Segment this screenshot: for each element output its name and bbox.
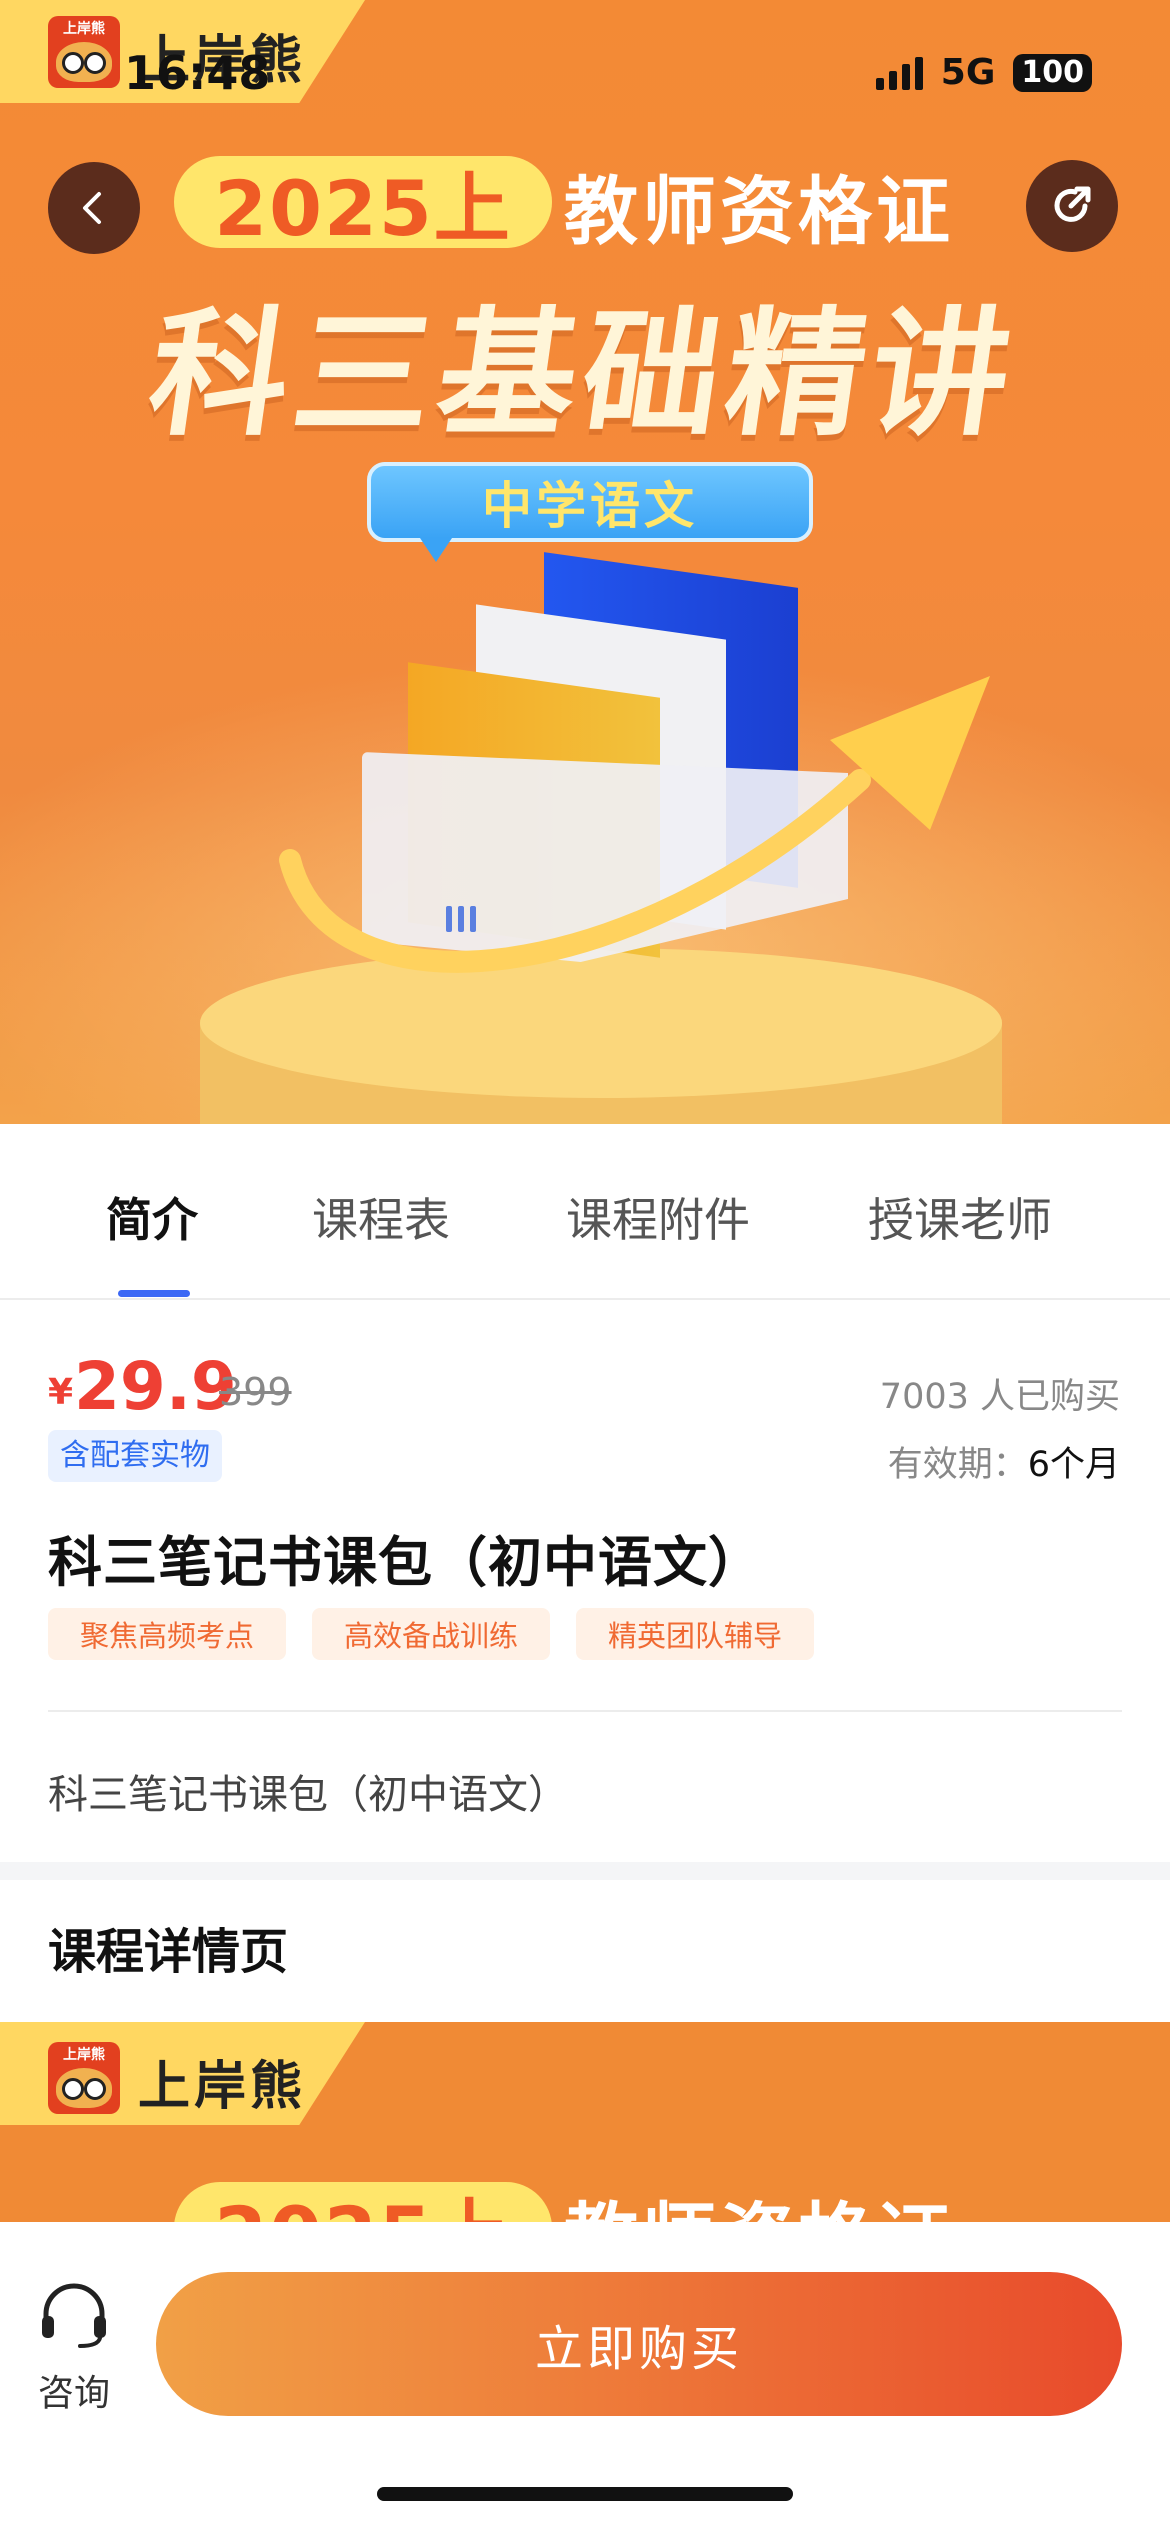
cert-title: 教师资格证: [564, 169, 954, 255]
sold-count: 7003 人已购买: [879, 1377, 1120, 1417]
buy-now-button[interactable]: 立即购买: [156, 2272, 1122, 2416]
divider: [48, 1710, 1122, 1712]
tab-schedule[interactable]: 课程表: [312, 1184, 450, 1250]
detail-section-title: 课程详情页: [48, 1924, 289, 1980]
home-indicator: [377, 2487, 793, 2501]
price: 29.9: [74, 1348, 237, 1425]
validity-value: 6个月: [1027, 1445, 1120, 1485]
battery-icon: 100: [1013, 53, 1092, 92]
network-type: 5G: [940, 52, 996, 93]
tab-intro[interactable]: 简介: [106, 1184, 198, 1250]
price-currency: ¥: [48, 1372, 74, 1413]
product-page: 上岸熊 上岸熊 16:48 5G 100 2025上 教师资格证 科三基础精讲 …: [0, 0, 1170, 2532]
course-title: 科三笔记书课包（初中语文）: [48, 1531, 763, 1594]
consult-button[interactable]: 咨询: [26, 2280, 122, 2416]
bear-icon: [56, 2068, 112, 2108]
signal-icon: [875, 56, 923, 90]
consult-label: 咨询: [37, 2373, 110, 2414]
tab-active-indicator: [118, 1290, 190, 1297]
status-indicators: 5G 100: [875, 52, 1092, 93]
hero-main-title: 科三基础精讲: [139, 294, 1027, 455]
tab-attachments[interactable]: 课程附件: [566, 1184, 750, 1250]
tab-teachers[interactable]: 授课老师: [868, 1184, 1052, 1250]
brand-logo-text: 上岸熊: [63, 2047, 105, 2063]
physical-goods-badge: 含配套实物: [48, 1430, 222, 1482]
feature-tag: 聚焦高频考点: [48, 1608, 287, 1660]
subject-bubble: 中学语文: [367, 462, 813, 542]
share-icon: [1054, 186, 1091, 222]
brand-logo: 上岸熊: [48, 16, 120, 88]
brand-logo: 上岸熊: [48, 2042, 120, 2114]
bear-icon: [56, 42, 112, 82]
feature-tag: 精英团队辅导: [576, 1608, 815, 1660]
status-time: 16:48: [124, 46, 271, 100]
brand-name: 上岸熊: [138, 2057, 307, 2117]
course-description: 科三笔记书课包（初中语文）: [48, 1772, 568, 1818]
original-price: 399: [219, 1370, 292, 1414]
hero-banner: 上岸熊 上岸熊 16:48 5G 100 2025上 教师资格证 科三基础精讲 …: [0, 0, 1170, 1124]
back-button[interactable]: [48, 162, 140, 254]
validity-label: 有效期：: [887, 1445, 1028, 1485]
bottom-action-bar: 咨询 立即购买: [0, 2222, 1170, 2532]
brand-logo-text: 上岸熊: [63, 21, 105, 37]
headset-icon: [42, 2283, 106, 2348]
detail-image-preview: 上岸熊 上岸熊 2025上 教师资格证: [0, 2022, 1170, 2222]
year-label: 2025上: [174, 156, 552, 253]
growth-arrow-icon: [279, 676, 990, 973]
section-separator: [0, 1862, 1170, 1880]
tab-bar: 简介 课程表 课程附件 授课老师: [0, 1124, 1170, 1300]
chevron-left-icon: [83, 192, 101, 224]
feature-tag: 高效备战训练: [312, 1608, 551, 1660]
year-label: 2025上: [174, 2182, 552, 2222]
validity: 有效期：6个月: [888, 1436, 1120, 1487]
feature-tags: 聚焦高频考点 高效备战训练 精英团队辅导: [48, 1608, 815, 1660]
cert-title: 教师资格证: [564, 2178, 954, 2222]
share-button[interactable]: [1026, 160, 1118, 252]
